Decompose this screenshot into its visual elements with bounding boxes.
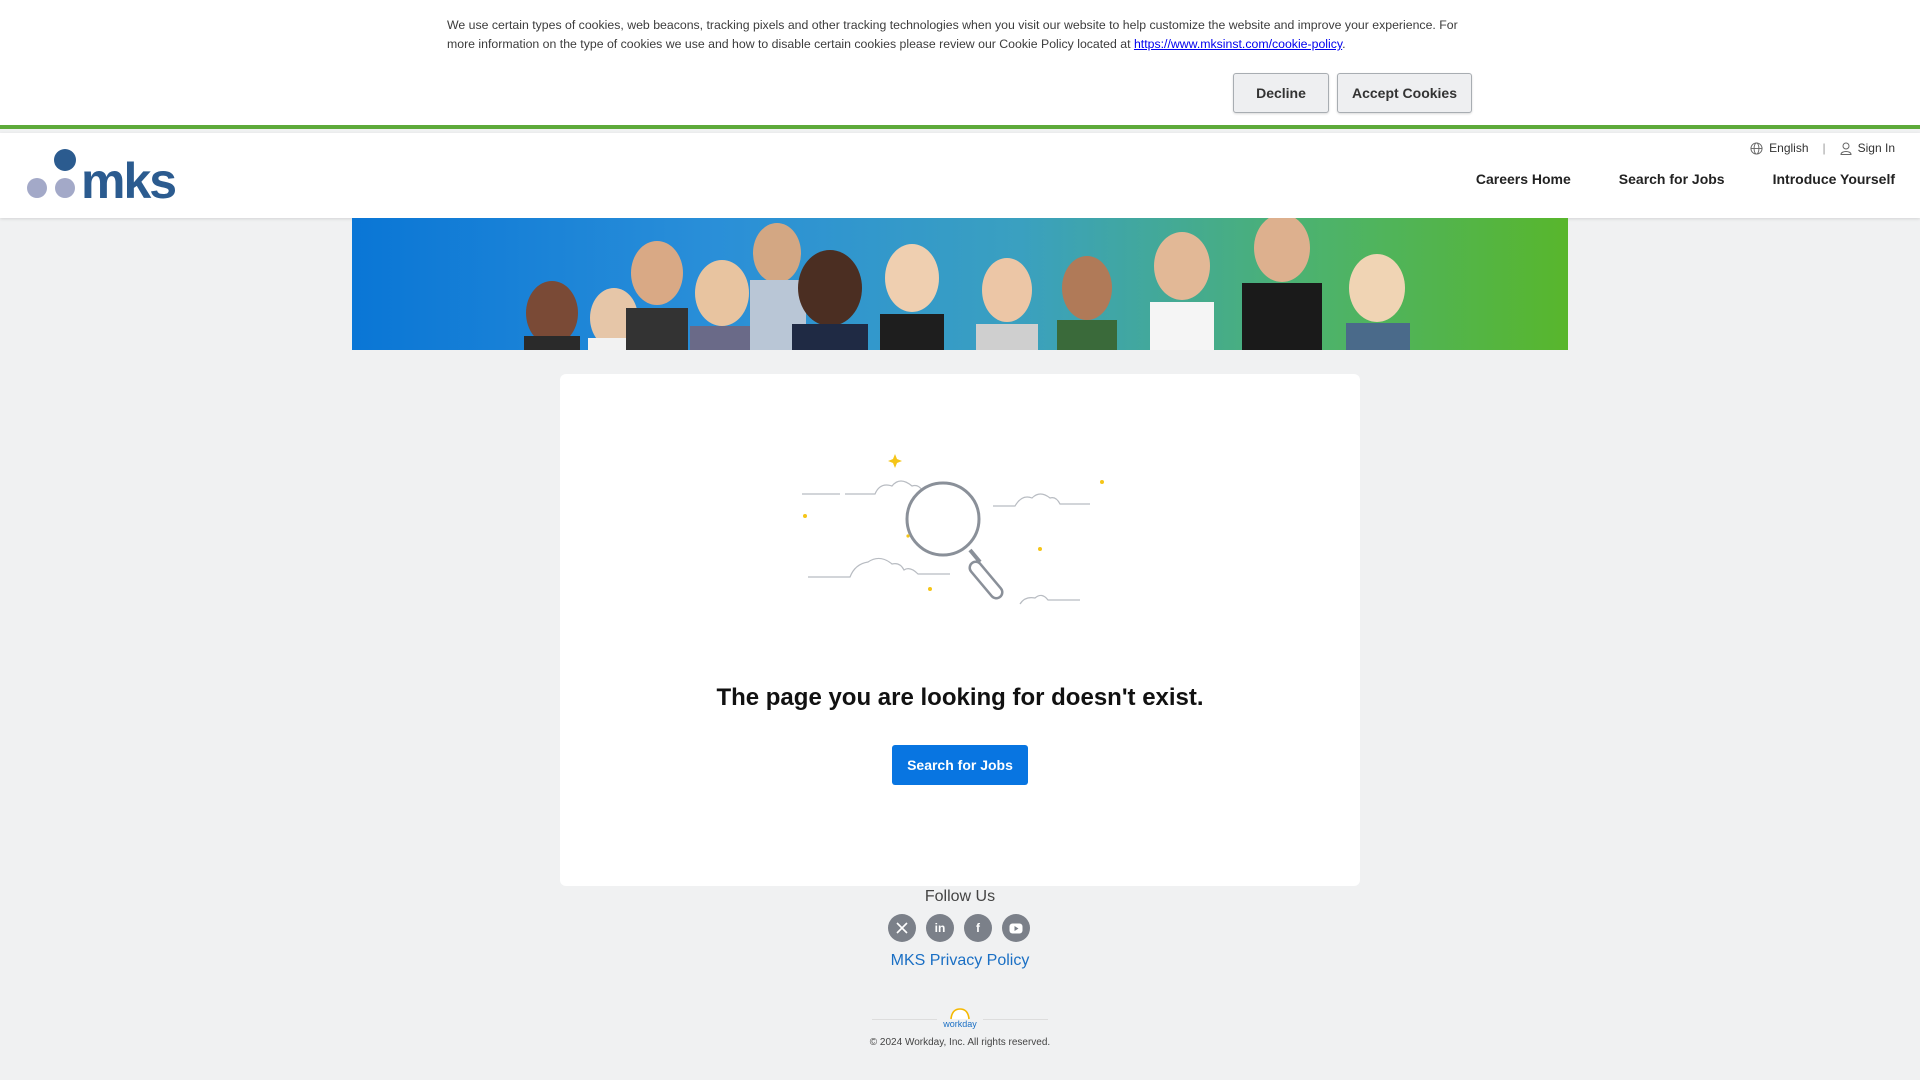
follow-us-label: Follow Us — [924, 888, 996, 905]
facebook-icon[interactable]: f — [964, 914, 992, 942]
search-for-jobs-button[interactable]: Search for Jobs — [892, 745, 1028, 785]
user-icon — [1840, 142, 1852, 155]
main-nav: Careers Home Search for Jobs Introduce Y… — [1476, 171, 1895, 187]
x-icon[interactable] — [888, 914, 916, 942]
logo-text: mks — [81, 153, 175, 200]
cookie-text-part2: . — [1342, 37, 1346, 51]
nav-careers-home[interactable]: Careers Home — [1476, 171, 1571, 187]
decline-cookies-button[interactable]: Decline — [1233, 73, 1329, 113]
not-found-card: The page you are looking for doesn't exi… — [560, 374, 1360, 886]
sign-in-link[interactable]: Sign In — [1840, 141, 1895, 155]
youtube-icon[interactable] — [1002, 914, 1030, 942]
accept-cookies-button[interactable]: Accept Cookies — [1337, 73, 1472, 113]
language-selector[interactable]: English — [1750, 141, 1809, 155]
cookie-banner: We use certain types of cookies, web bea… — [0, 0, 1920, 129]
social-links: in f — [888, 914, 1030, 942]
sign-in-label: Sign In — [1857, 141, 1895, 155]
globe-icon — [1750, 141, 1763, 155]
copyright: © 2024 Workday, Inc. All rights reserved… — [869, 1037, 1051, 1048]
nav-search-for-jobs[interactable]: Search for Jobs — [1619, 171, 1725, 187]
magnifying-glass-illustration — [802, 454, 1104, 605]
workday-logo: workday — [937, 1003, 983, 1033]
divider: | — [1822, 141, 1826, 155]
mks-privacy-policy-link[interactable]: MKS Privacy Policy — [0, 952, 1920, 970]
not-found-message: The page you are looking for doesn't exi… — [716, 684, 1204, 711]
site-header: mks English | Sign In Careers Home Searc… — [0, 133, 1920, 218]
utility-bar: English | Sign In — [1750, 141, 1895, 155]
linkedin-icon[interactable]: in — [926, 914, 954, 942]
people-group-image — [524, 218, 1410, 350]
people-silhouettes — [524, 218, 1410, 350]
workday-logo-text: workday — [942, 1019, 977, 1029]
cookie-policy-link[interactable]: https://www.mksinst.com/cookie-policy — [1134, 37, 1342, 51]
nav-introduce-yourself[interactable]: Introduce Yourself — [1773, 171, 1895, 187]
cookie-message: We use certain types of cookies, web bea… — [447, 16, 1477, 54]
mks-logo[interactable]: mks — [25, 148, 195, 200]
careers-banner-image — [352, 218, 1568, 350]
language-label: English — [1769, 141, 1809, 155]
